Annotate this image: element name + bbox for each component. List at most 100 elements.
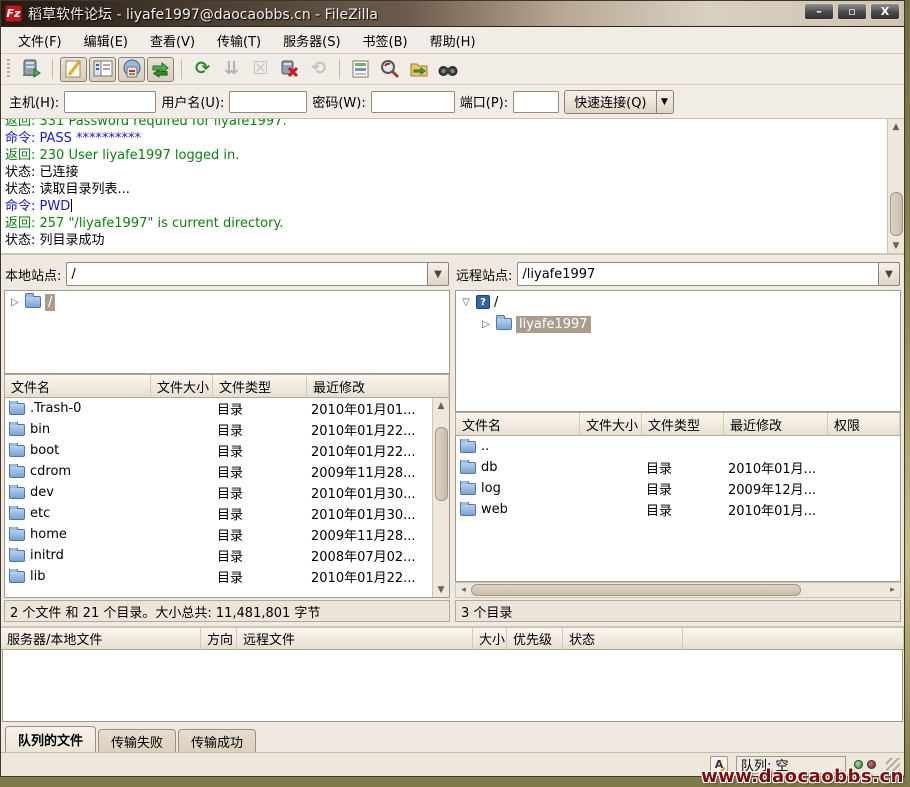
scroll-down-icon[interactable]: ▼ — [434, 582, 449, 597]
local-list-scrollbar-thumb[interactable] — [435, 427, 448, 501]
minimize-button[interactable]: – — [804, 3, 834, 20]
titlebar[interactable]: Fz 稻草软件论坛 - liyafe1997@daocaobbs.cn - Fi… — [1, 1, 904, 27]
file-row[interactable]: home目录2009年11月28... — [5, 524, 432, 545]
filezilla-window: Fz 稻草软件论坛 - liyafe1997@daocaobbs.cn - Fi… — [0, 0, 905, 777]
file-row[interactable]: log目录2009年12月... — [456, 478, 900, 499]
menu-view[interactable]: 查看(V) — [139, 27, 206, 54]
column-filetype[interactable]: 文件类型 — [642, 413, 724, 435]
close-button[interactable]: X — [870, 3, 900, 20]
remote-site-dropdown-icon[interactable]: ▼ — [878, 262, 900, 286]
menu-help[interactable]: 帮助(H) — [419, 27, 487, 54]
port-label: 端口(P): — [460, 92, 508, 111]
toggle-local-tree-icon[interactable] — [89, 57, 116, 82]
refresh-icon[interactable]: ⟳ — [189, 57, 216, 82]
column-size[interactable]: 大小 — [473, 628, 507, 649]
menu-file[interactable]: 文件(F) — [7, 27, 73, 54]
filezilla-app-icon: Fz — [5, 5, 22, 22]
file-row[interactable]: initrd目录2008年07月02... — [5, 545, 432, 566]
password-input[interactable] — [371, 91, 455, 113]
port-input[interactable] — [513, 91, 559, 113]
menu-server[interactable]: 服务器(S) — [272, 27, 351, 54]
site-manager-icon[interactable] — [18, 57, 45, 82]
message-log-panel: 返回: 331 Password required for liyafe1997… — [1, 119, 904, 255]
tab-successful-transfers[interactable]: 传输成功 — [178, 729, 256, 752]
file-row[interactable]: etc目录2010年01月30... — [5, 503, 432, 524]
collapse-icon[interactable]: ▽ — [462, 297, 472, 308]
file-row[interactable]: .. — [456, 436, 900, 457]
file-row[interactable]: .Trash-0目录2010年01月01... — [5, 398, 432, 419]
username-label: 用户名(U): — [161, 92, 224, 111]
queue-list[interactable] — [2, 650, 903, 722]
menu-edit[interactable]: 编辑(E) — [73, 27, 139, 54]
maximize-button[interactable]: ▫ — [837, 3, 867, 20]
expander-icon[interactable]: ▷ — [11, 297, 21, 308]
process-queue-icon[interactable]: ⇊ — [218, 57, 245, 82]
local-site-dropdown-icon[interactable]: ▼ — [427, 262, 449, 286]
column-remote-file[interactable]: 远程文件 — [237, 628, 473, 649]
cancel-operation-icon[interactable]: ☒ — [247, 57, 274, 82]
file-row[interactable]: cdrom目录2009年11月28... — [5, 461, 432, 482]
quickconnect-dropdown-icon[interactable]: ▼ — [657, 90, 674, 114]
scroll-left-icon[interactable]: ◂ — [456, 583, 471, 598]
scroll-right-icon[interactable]: ▸ — [885, 583, 900, 598]
column-filename[interactable]: 文件名 — [5, 375, 151, 397]
toggle-message-log-icon[interactable] — [60, 57, 87, 82]
directory-filter-icon[interactable] — [347, 57, 374, 82]
folder-icon — [9, 445, 25, 457]
log-scrollbar[interactable]: ▲ ▼ — [887, 119, 904, 253]
local-list-scrollbar[interactable]: ▲ ▼ — [432, 398, 449, 597]
local-tree-item-root[interactable]: ▷ / — [5, 291, 449, 313]
text-caret — [71, 199, 72, 212]
log-scrollbar-thumb[interactable] — [890, 192, 903, 236]
local-site-input[interactable] — [66, 262, 427, 286]
scroll-down-icon[interactable]: ▼ — [889, 238, 904, 253]
scroll-up-icon[interactable]: ▲ — [889, 119, 904, 134]
host-input[interactable] — [64, 91, 156, 113]
tab-queued-files[interactable]: 队列的文件 — [5, 726, 96, 752]
remote-tree-item-liyafe1997[interactable]: ▷ liyafe1997 — [456, 313, 900, 335]
scroll-up-icon[interactable]: ▲ — [434, 398, 449, 413]
remote-file-list: .. db目录2010年01月... log目录2009年12月... web目… — [455, 436, 901, 582]
synchronized-browsing-icon[interactable] — [405, 57, 432, 82]
file-row[interactable]: web目录2010年01月... — [456, 499, 900, 520]
remote-site-input[interactable] — [517, 262, 878, 286]
toolbar-separator — [52, 59, 53, 79]
column-server-local-file[interactable]: 服务器/本地文件 — [1, 628, 201, 649]
file-row[interactable]: bin目录2010年01月22... — [5, 419, 432, 440]
find-files-icon[interactable] — [434, 57, 461, 82]
column-priority[interactable]: 优先级 — [507, 628, 563, 649]
quickconnect-bar: 主机(H): 用户名(U): 密码(W): 端口(P): 快速连接(Q) ▼ — [1, 85, 904, 119]
menu-bookmarks[interactable]: 书签(B) — [352, 27, 419, 54]
column-filesize[interactable]: 文件大小 — [580, 413, 642, 435]
folder-icon — [9, 424, 25, 436]
file-row[interactable]: boot目录2010年01月22... — [5, 440, 432, 461]
column-permissions[interactable]: 权限 — [828, 413, 900, 435]
directory-comparison-icon[interactable] — [376, 57, 403, 82]
menu-transfer[interactable]: 传输(T) — [206, 27, 272, 54]
column-modified[interactable]: 最近修改 — [307, 375, 449, 397]
expander-icon[interactable]: ▷ — [482, 319, 492, 330]
column-filename[interactable]: 文件名 — [456, 413, 580, 435]
remote-list-hscrollbar[interactable]: ◂ ▸ — [455, 582, 901, 598]
column-filesize[interactable]: 文件大小 — [151, 375, 213, 397]
log-line: 返回: 230 User liyafe1997 logged in. — [5, 147, 883, 164]
column-direction[interactable]: 方向 — [201, 628, 237, 649]
file-row[interactable]: dev目录2010年01月30... — [5, 482, 432, 503]
column-modified[interactable]: 最近修改 — [724, 413, 828, 435]
queue-tabs: 队列的文件 传输失败 传输成功 — [1, 722, 904, 752]
toggle-remote-tree-icon[interactable] — [118, 57, 145, 82]
file-row[interactable]: lib目录2010年01月22... — [5, 566, 432, 587]
toggle-transfer-queue-icon[interactable] — [147, 57, 174, 82]
remote-hscrollbar-thumb[interactable] — [471, 584, 801, 596]
main-split: 本地站点: ▼ ▷ / 文件名 文件大小 文件类型 — [1, 255, 904, 625]
quickconnect-button[interactable]: 快速连接(Q) — [564, 90, 656, 114]
reconnect-icon[interactable]: ⟲ — [305, 57, 332, 82]
disconnect-icon[interactable] — [276, 57, 303, 82]
column-filetype[interactable]: 文件类型 — [213, 375, 307, 397]
username-input[interactable] — [229, 91, 307, 113]
tab-failed-transfers[interactable]: 传输失败 — [98, 729, 176, 752]
column-status[interactable]: 状态 — [563, 628, 683, 649]
folder-icon — [460, 504, 476, 516]
remote-tree-item-root[interactable]: ▽ ? / — [456, 291, 900, 313]
file-row[interactable]: db目录2010年01月... — [456, 457, 900, 478]
